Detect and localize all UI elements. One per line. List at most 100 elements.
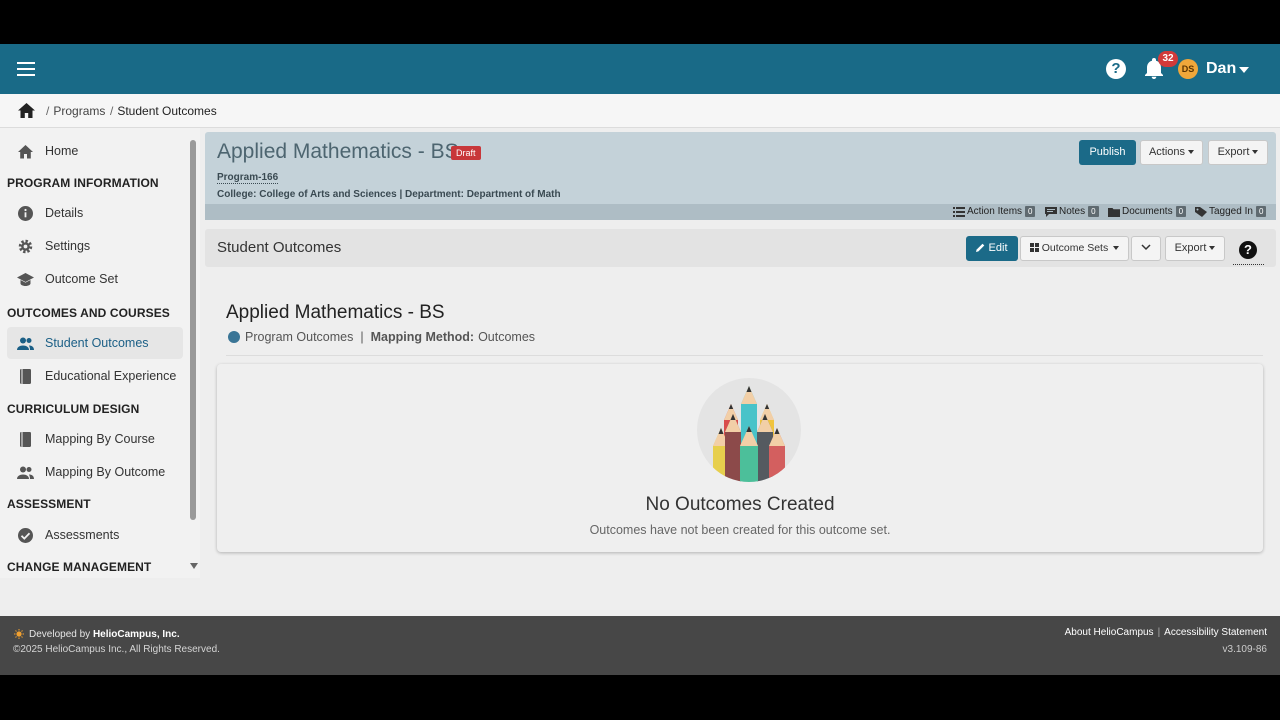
- sidebar-item-student-outcomes[interactable]: Student Outcomes: [7, 327, 183, 359]
- caret-down-icon: [1209, 246, 1216, 251]
- program-info-strip: Action Items 0 Notes 0 Documents 0 Tagged I…: [205, 204, 1276, 220]
- caret-down-icon: [1188, 150, 1195, 155]
- accessibility-link[interactable]: Accessibility Statement: [1164, 627, 1267, 638]
- mapping-method-value: Outcomes: [478, 330, 536, 344]
- comment-icon: [1045, 206, 1057, 217]
- scroll-down-arrow-icon[interactable]: [190, 563, 198, 569]
- help-icon[interactable]: ?: [1239, 241, 1257, 259]
- program-code[interactable]: Program-166: [217, 172, 279, 184]
- developer-name: HelioCampus, Inc.: [92, 629, 180, 640]
- app-frame: ? 32 DS Dan / Programs / Student Outcomes …: [0, 44, 1280, 675]
- home-icon: [18, 145, 33, 159]
- sidebar-heading-outcomes-and-courses: OUTCOMES AND COURSES: [7, 306, 170, 320]
- documents-link[interactable]: Documents 0: [1108, 206, 1187, 217]
- sidebar-scrollbar[interactable]: [190, 140, 196, 520]
- home-icon[interactable]: [18, 103, 35, 118]
- outcome-set-subtitle: Program Outcomes | Mapping Method: Outco…: [228, 330, 535, 344]
- notification-count-badge: 32: [1158, 51, 1178, 67]
- empty-state-text: Outcomes have not been created for this …: [589, 523, 891, 537]
- outcome-type: Program Outcomes: [245, 330, 354, 344]
- footer-link-separator: |: [1157, 627, 1161, 638]
- sidebar-item-label: Home: [45, 144, 79, 158]
- sidebar-item-details[interactable]: Details: [7, 197, 183, 229]
- graduation-cap-icon: [17, 273, 34, 286]
- user-menu-caret-icon[interactable]: [1239, 67, 1249, 73]
- program-title: Applied Mathematics - BS: [217, 140, 459, 163]
- sidebar-item-label: Mapping By Course: [45, 432, 155, 446]
- documents-label: Documents: [1122, 206, 1173, 217]
- caret-down-icon: [1252, 150, 1259, 155]
- sidebar-item-settings[interactable]: Settings: [7, 230, 183, 262]
- breadcrumb: / Programs / Student Outcomes: [0, 94, 1280, 128]
- outcome-set-title: Applied Mathematics - BS: [226, 302, 445, 323]
- grid-icon: [1029, 243, 1039, 252]
- gear-icon: [18, 239, 33, 254]
- breadcrumb-student-outcomes: / Student Outcomes: [110, 104, 217, 118]
- sidebar-item-mapping-by-course[interactable]: Mapping By Course: [7, 423, 183, 455]
- export-dropdown-button[interactable]: Export: [1208, 140, 1268, 165]
- sidebar-item-label: Settings: [45, 239, 91, 253]
- version: v3.109-86: [1222, 644, 1267, 655]
- footer-links: About HelioCampus | Accessibility Statemen…: [1065, 627, 1267, 638]
- actions-dropdown-button[interactable]: Actions: [1140, 140, 1203, 165]
- action-items-link[interactable]: Action Items 0: [953, 206, 1036, 217]
- help-underline: [1233, 264, 1264, 265]
- empty-state-title: No Outcomes Created: [645, 494, 835, 515]
- documents-count: 0: [1175, 206, 1187, 217]
- chevron-down-icon: [1141, 244, 1151, 251]
- heliocampus-sun-icon: [14, 629, 24, 639]
- footer: Developed by HelioCampus, Inc. ©2025 Hel…: [0, 616, 1280, 675]
- outcomes-export-dropdown-button[interactable]: Export: [1165, 236, 1225, 261]
- breadcrumb-programs: / Programs: [46, 104, 105, 118]
- sidebar-item-outcome-set[interactable]: Outcome Set: [7, 263, 183, 295]
- sidebar-item-label: Educational Experience: [45, 369, 177, 383]
- publish-button[interactable]: Publish: [1079, 140, 1136, 165]
- sidebar-item-label: Details: [45, 206, 84, 220]
- export-button-label: Export: [1217, 146, 1250, 158]
- breadcrumb-separator: /: [110, 104, 114, 118]
- subtitle-divider: |: [360, 330, 364, 344]
- breadcrumb-link-programs[interactable]: Programs: [53, 104, 105, 118]
- empty-state-card: No Outcomes Created Outcomes have not be…: [217, 364, 1263, 552]
- breadcrumb-separator: /: [46, 104, 50, 118]
- sidebar-item-assessments[interactable]: Assessments: [7, 519, 183, 551]
- student-outcomes-toolbar: Student Outcomes Edit Outcome Sets Expor…: [205, 229, 1276, 267]
- sidebar-heading-curriculum-design: CURRICULUM DESIGN: [7, 402, 140, 416]
- sidebar: Home PROGRAM INFORMATION Details Setting…: [0, 128, 200, 578]
- sidebar-item-label: Assessments: [45, 528, 120, 542]
- sidebar-item-educational-experience[interactable]: Educational Experience: [7, 360, 183, 392]
- edit-button-label: Edit: [988, 242, 1008, 254]
- pencil-icon: [976, 243, 985, 252]
- outcome-sets-dropdown-button[interactable]: Outcome Sets: [1020, 236, 1129, 261]
- tagged-in-link[interactable]: Tagged In 0: [1195, 206, 1267, 217]
- program-outcomes-dot-icon: [228, 331, 240, 343]
- notes-count: 0: [1088, 206, 1099, 217]
- avatar[interactable]: DS: [1178, 59, 1198, 79]
- help-icon[interactable]: ?: [1106, 59, 1126, 79]
- check-circle-icon: [18, 528, 33, 543]
- sidebar-heading-assessment: ASSESSMENT: [7, 497, 91, 511]
- actions-button-label: Actions: [1148, 146, 1186, 158]
- sidebar-item-label: Outcome Set: [45, 272, 118, 286]
- sidebar-item-label: Mapping By Outcome: [45, 465, 166, 479]
- book-icon: [20, 432, 31, 447]
- book-icon: [20, 369, 31, 384]
- sidebar-heading-change-management: CHANGE MANAGEMENT: [7, 560, 152, 574]
- expand-collapse-button[interactable]: [1131, 236, 1161, 261]
- menu-icon[interactable]: [17, 62, 35, 76]
- sidebar-item-mapping-by-outcome[interactable]: Mapping By Outcome: [7, 456, 183, 488]
- caret-down-icon: [1113, 246, 1120, 251]
- mapping-method-label: Mapping Method:: [370, 330, 475, 344]
- tagged-in-count: 0: [1255, 206, 1267, 217]
- about-link[interactable]: About HelioCampus: [1065, 627, 1154, 638]
- edit-button[interactable]: Edit: [966, 236, 1018, 261]
- notes-link[interactable]: Notes 0: [1045, 206, 1099, 217]
- colored-pencils-icon: [697, 378, 801, 482]
- people-icon: [17, 337, 34, 350]
- export-button-label: Export: [1174, 242, 1207, 254]
- tagged-in-label: Tagged In: [1209, 206, 1253, 217]
- outcome-sets-label: Outcome Sets: [1041, 242, 1109, 254]
- sidebar-item-home[interactable]: Home: [7, 135, 183, 167]
- folder-icon: [1108, 207, 1120, 217]
- user-menu-name[interactable]: Dan: [1206, 60, 1236, 78]
